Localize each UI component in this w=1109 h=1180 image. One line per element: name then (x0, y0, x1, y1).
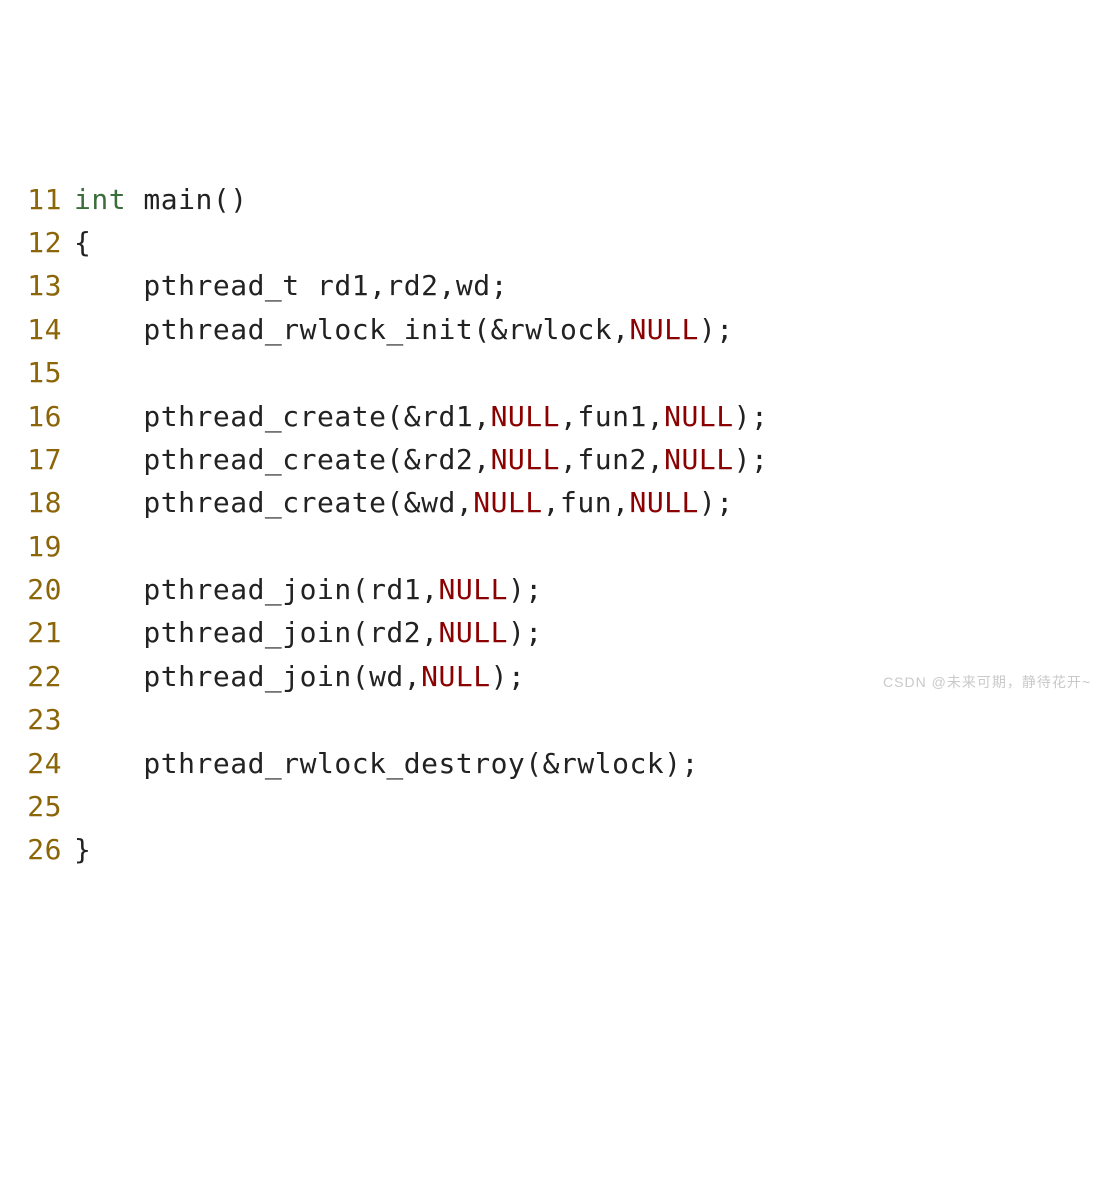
token-plain: ); (491, 660, 526, 693)
token-plain: pthread_join(rd2, (74, 616, 439, 649)
token-kw: int (74, 183, 126, 216)
code-line[interactable]: 14 pthread_rwlock_init(&rwlock,NULL); (8, 308, 1109, 351)
token-plain: pthread_join(rd1, (74, 573, 439, 606)
token-const: NULL (629, 486, 698, 519)
token-plain: ,fun2, (560, 443, 664, 476)
code-text[interactable]: pthread_rwlock_init(&rwlock,NULL); (74, 308, 734, 351)
line-number: 21 (8, 611, 74, 654)
line-number: 20 (8, 568, 74, 611)
token-plain: ); (734, 443, 769, 476)
code-line[interactable]: 12{ (8, 221, 1109, 264)
line-number: 26 (8, 828, 74, 871)
token-plain: pthread_create(&rd2, (74, 443, 491, 476)
code-text[interactable]: pthread_join(wd,NULL); (74, 655, 525, 698)
token-plain: pthread_join(wd, (74, 660, 421, 693)
code-text[interactable]: pthread_create(&rd1,NULL,fun1,NULL); (74, 395, 768, 438)
line-number: 19 (8, 525, 74, 568)
token-const: NULL (473, 486, 542, 519)
token-const: NULL (421, 660, 490, 693)
code-text[interactable]: int main() (74, 178, 248, 221)
token-const: NULL (664, 443, 733, 476)
code-line[interactable]: 25 (8, 785, 1109, 828)
token-const: NULL (664, 400, 733, 433)
code-line[interactable]: 15 (8, 351, 1109, 394)
token-plain: ); (734, 400, 769, 433)
code-line[interactable]: 16 pthread_create(&rd1,NULL,fun1,NULL); (8, 395, 1109, 438)
token-plain: ); (508, 573, 543, 606)
code-line[interactable]: 18 pthread_create(&wd,NULL,fun,NULL); (8, 481, 1109, 524)
token-const: NULL (629, 313, 698, 346)
line-number: 24 (8, 742, 74, 785)
line-number: 14 (8, 308, 74, 351)
code-text[interactable]: pthread_create(&wd,NULL,fun,NULL); (74, 481, 734, 524)
code-line[interactable]: 11int main() (8, 178, 1109, 221)
code-text[interactable]: pthread_create(&rd2,NULL,fun2,NULL); (74, 438, 768, 481)
line-number: 25 (8, 785, 74, 828)
token-plain: ,fun, (543, 486, 630, 519)
token-const: NULL (439, 616, 508, 649)
line-number: 15 (8, 351, 74, 394)
line-number: 17 (8, 438, 74, 481)
code-line[interactable]: 20 pthread_join(rd1,NULL); (8, 568, 1109, 611)
code-line[interactable]: 17 pthread_create(&rd2,NULL,fun2,NULL); (8, 438, 1109, 481)
code-text[interactable]: pthread_rwlock_destroy(&rwlock); (74, 742, 699, 785)
token-plain: { (74, 226, 91, 259)
code-line[interactable]: 24 pthread_rwlock_destroy(&rwlock); (8, 742, 1109, 785)
code-text[interactable]: pthread_t rd1,rd2,wd; (74, 264, 508, 307)
token-plain: ,fun1, (560, 400, 664, 433)
code-line[interactable]: 19 (8, 525, 1109, 568)
code-text[interactable]: pthread_join(rd1,NULL); (74, 568, 543, 611)
code-line[interactable]: 23 (8, 698, 1109, 741)
code-text[interactable]: { (74, 221, 91, 264)
code-line[interactable]: 26} (8, 828, 1109, 871)
token-plain: ); (699, 486, 734, 519)
token-plain: pthread_create(&wd, (74, 486, 473, 519)
line-number: 22 (8, 655, 74, 698)
line-number: 18 (8, 481, 74, 524)
token-plain: pthread_rwlock_init(&rwlock, (74, 313, 629, 346)
line-number: 23 (8, 698, 74, 741)
line-number: 12 (8, 221, 74, 264)
code-line[interactable]: 21 pthread_join(rd2,NULL); (8, 611, 1109, 654)
token-plain: main() (126, 183, 248, 216)
token-plain: ); (508, 616, 543, 649)
token-plain: ); (699, 313, 734, 346)
token-const: NULL (491, 400, 560, 433)
token-plain: } (74, 833, 91, 866)
line-number: 11 (8, 178, 74, 221)
token-plain: pthread_rwlock_destroy(&rwlock); (74, 747, 699, 780)
code-text[interactable]: pthread_join(rd2,NULL); (74, 611, 543, 654)
code-editor[interactable]: 11int main()12{13 pthread_t rd1,rd2,wd;1… (0, 174, 1109, 876)
token-const: NULL (491, 443, 560, 476)
watermark-text: CSDN @未来可期，静待花开~ (883, 672, 1091, 694)
token-plain: pthread_create(&rd1, (74, 400, 491, 433)
code-text[interactable]: } (74, 828, 91, 871)
line-number: 16 (8, 395, 74, 438)
token-plain: pthread_t rd1,rd2,wd; (74, 269, 508, 302)
line-number: 13 (8, 264, 74, 307)
token-const: NULL (439, 573, 508, 606)
code-line[interactable]: 13 pthread_t rd1,rd2,wd; (8, 264, 1109, 307)
